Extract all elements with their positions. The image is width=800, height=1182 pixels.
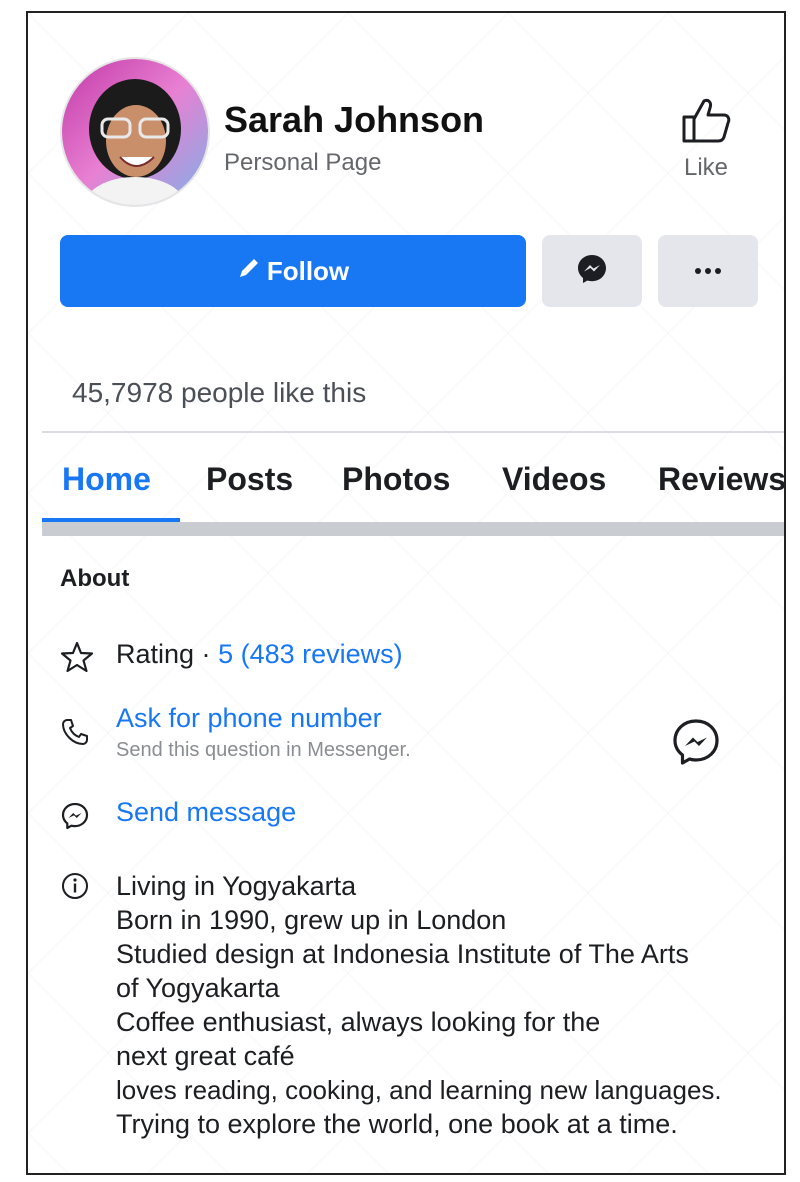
messenger-button[interactable]: [542, 235, 642, 307]
tab-videos[interactable]: Videos: [502, 461, 606, 498]
more-icon: [694, 262, 722, 280]
tab-bar: Home Posts Photos Videos Reviews: [42, 453, 784, 523]
pencil-icon: [237, 256, 261, 287]
profile-page: Sarah Johnson Personal Page Like Follow: [26, 11, 786, 1175]
tab-home[interactable]: Home: [62, 461, 151, 498]
bio-line: Living in Yogyakarta: [116, 871, 357, 901]
like-label: Like: [683, 154, 729, 181]
messenger-icon[interactable]: [670, 717, 722, 774]
rating-link[interactable]: 5 (483 reviews): [218, 639, 403, 669]
info-icon: [60, 871, 90, 906]
bio-line: next great café: [116, 1041, 295, 1071]
page-subtitle: Personal Page: [224, 149, 382, 176]
phone-icon: [60, 717, 90, 752]
bio-line: of Yogyakarta: [116, 973, 280, 1003]
tab-reviews[interactable]: Reviews: [658, 461, 784, 498]
ask-phone-subtext: Send this question in Messenger.: [116, 739, 411, 761]
bio-line: Studied design at Indonesia Institute of…: [116, 939, 689, 969]
bio-line: Born in 1990, grew up in London: [116, 905, 507, 935]
follow-label: Follow: [266, 255, 350, 286]
about-heading: About: [60, 565, 130, 592]
rating-label: Rating ·: [116, 639, 211, 669]
bio-text: Living in Yogyakarta Born in 1990, grew …: [116, 869, 784, 1141]
bio-line: Coffee enthusiast, always looking for th…: [116, 1007, 601, 1037]
likes-count: 45,7978 people like this: [72, 377, 367, 408]
tab-bar-divider: [42, 522, 784, 536]
avatar[interactable]: [60, 57, 210, 207]
like-button[interactable]: Like: [670, 97, 742, 182]
tab-photos[interactable]: Photos: [342, 461, 450, 498]
bio-line: Trying to explore the world, one book at…: [116, 1109, 678, 1139]
page-title: Sarah Johnson: [224, 99, 485, 140]
tab-posts[interactable]: Posts: [206, 461, 293, 498]
messenger-icon: [60, 801, 90, 836]
send-message-link[interactable]: Send message: [116, 797, 296, 828]
more-options-button[interactable]: [658, 235, 758, 307]
follow-button[interactable]: Follow: [60, 235, 526, 307]
divider: [42, 431, 784, 433]
ask-phone-link[interactable]: Ask for phone number: [116, 703, 382, 734]
bio-line: loves reading, cooking, and learning new…: [116, 1075, 722, 1105]
star-icon: [60, 641, 94, 678]
thumbs-up-icon: [680, 98, 732, 149]
messenger-icon: [575, 252, 609, 291]
